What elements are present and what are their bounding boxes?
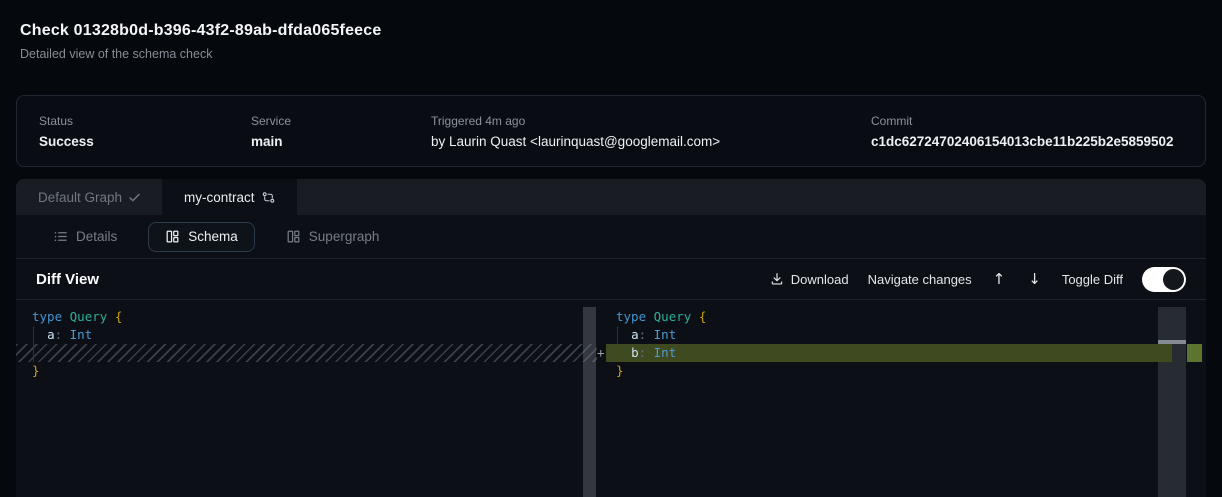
diff-pane-after: type Query { a: Int+ b: Int}: [597, 300, 1206, 497]
status-value: Success: [39, 134, 251, 149]
toggle-knob: [1163, 269, 1184, 290]
check-meta-card: Status Success Service main Triggered 4m…: [16, 95, 1206, 167]
view-subtabs: Details Schema Supergraph: [16, 215, 1206, 258]
previous-change-button[interactable]: ↑: [991, 270, 1008, 288]
status-label: Status: [39, 114, 251, 128]
added-code-line: + b: Int: [606, 344, 1172, 362]
list-icon: [53, 229, 68, 244]
tab-default-graph[interactable]: Default Graph: [16, 179, 162, 215]
check-icon: [129, 193, 140, 202]
toggle-diff-switch[interactable]: [1142, 267, 1186, 292]
subtab-supergraph-label: Supergraph: [309, 229, 380, 244]
diff-actions: Download Navigate changes ↑ ↓ Toggle Dif…: [770, 267, 1186, 292]
added-line-plus-marker: +: [597, 344, 605, 362]
subtab-supergraph[interactable]: Supergraph: [269, 222, 397, 252]
download-label: Download: [791, 272, 849, 287]
code-line: a: Int: [16, 326, 597, 344]
left-pane-scrollbar[interactable]: [583, 307, 596, 497]
triggered-value: by Laurin Quast <laurinquast@googlemail.…: [431, 134, 871, 149]
tab-default-graph-label: Default Graph: [38, 190, 122, 205]
page-subtitle: Detailed view of the schema check: [20, 47, 1202, 61]
download-button[interactable]: Download: [770, 272, 849, 287]
subtab-schema-label: Schema: [188, 229, 238, 244]
diff-placeholder-line: [16, 344, 597, 362]
commit-label: Commit: [871, 114, 1174, 128]
tab-my-contract[interactable]: my-contract: [162, 179, 297, 215]
check-detail-panel: Default Graph my-contract Details Schema: [16, 179, 1206, 497]
schema-diff-view: type Query { a: Int} type Query { a: Int…: [16, 300, 1206, 497]
diff-view-title: Diff View: [36, 271, 99, 288]
next-change-button[interactable]: ↓: [1026, 270, 1043, 288]
code-line: type Query {: [597, 308, 1206, 326]
panels-icon: [165, 229, 180, 244]
code-line: a: Int: [597, 326, 1206, 344]
navigate-changes-label: Navigate changes: [868, 272, 972, 287]
toggle-diff-label: Toggle Diff: [1062, 272, 1123, 287]
panels-icon: [286, 229, 301, 244]
diff-pane-before: type Query { a: Int}: [16, 300, 597, 497]
meta-status: Status Success: [39, 114, 251, 149]
graph-tabstrip: Default Graph my-contract: [16, 179, 1206, 215]
diff-toolbar: Diff View Download Navigate changes ↑ ↓ …: [16, 258, 1206, 300]
subtab-details-label: Details: [76, 229, 117, 244]
tab-my-contract-label: my-contract: [184, 190, 255, 205]
right-pane-scrollbar[interactable]: [1158, 307, 1186, 497]
service-label: Service: [251, 114, 431, 128]
contract-compare-icon: [262, 191, 275, 204]
added-change-overview-marker: [1187, 344, 1202, 362]
code-line: }: [597, 362, 1206, 380]
indent-guide: [33, 326, 34, 362]
page-title: Check 01328b0d-b396-43f2-89ab-dfda065fee…: [20, 22, 1202, 40]
triggered-label: Triggered 4m ago: [431, 114, 871, 128]
service-value: main: [251, 134, 431, 149]
subtab-details[interactable]: Details: [36, 222, 134, 252]
code-line: }: [16, 362, 597, 380]
code-line: type Query {: [16, 308, 597, 326]
commit-value: c1dc62724702406154013cbe11b225b2e5859502: [871, 134, 1174, 149]
page-header: Check 01328b0d-b396-43f2-89ab-dfda065fee…: [0, 0, 1222, 61]
download-icon: [770, 272, 784, 286]
meta-commit: Commit c1dc62724702406154013cbe11b225b2e…: [871, 114, 1174, 149]
meta-service: Service main: [251, 114, 431, 149]
subtab-schema[interactable]: Schema: [148, 222, 255, 252]
meta-triggered: Triggered 4m ago by Laurin Quast <laurin…: [431, 114, 871, 149]
